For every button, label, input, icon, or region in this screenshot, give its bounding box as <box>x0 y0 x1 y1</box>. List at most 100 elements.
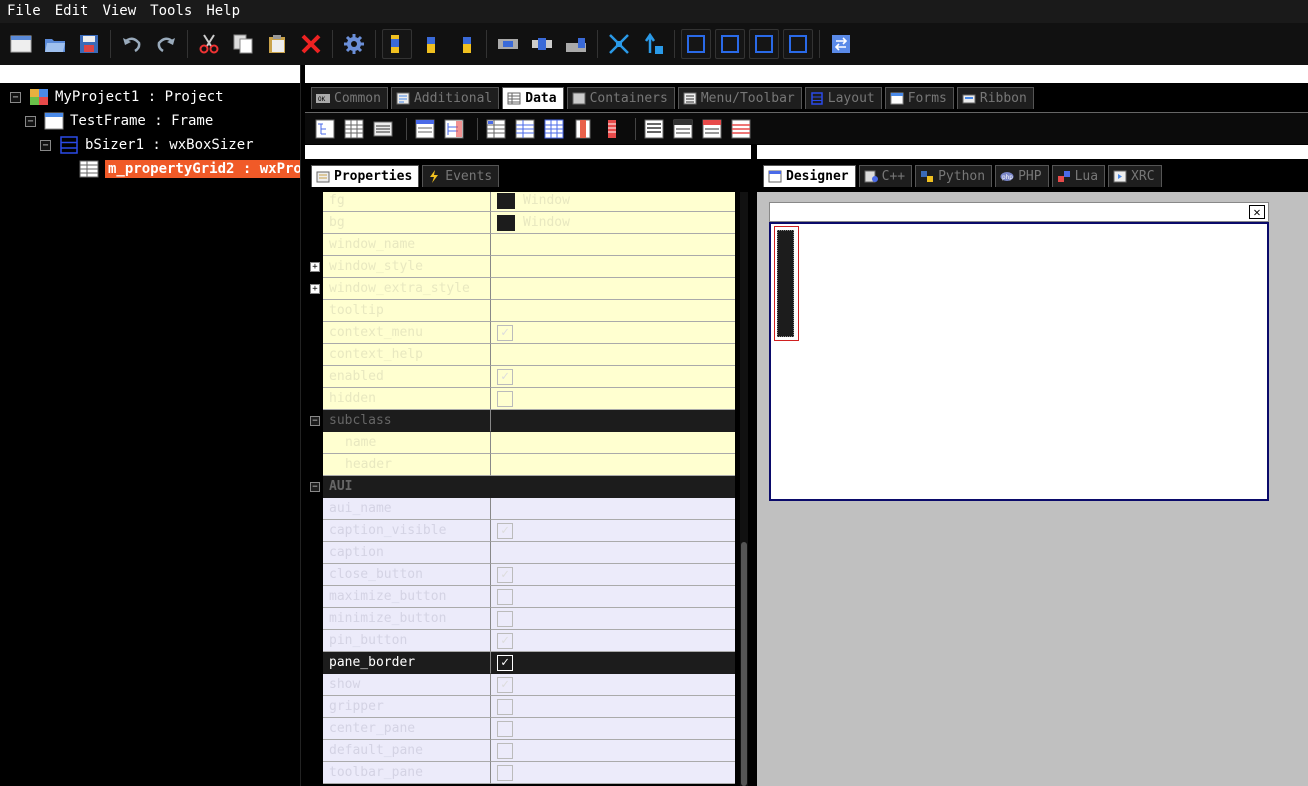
stretch-icon[interactable] <box>638 29 668 59</box>
property-value[interactable]: ✓ <box>491 564 735 586</box>
property-value[interactable] <box>491 432 735 454</box>
collapse-icon[interactable]: − <box>310 482 320 492</box>
property-row[interactable]: window_name <box>323 234 735 256</box>
tab-forms[interactable]: Forms <box>884 87 954 109</box>
property-value[interactable]: ✓ <box>491 322 735 344</box>
data-view-tree-ctrl-icon[interactable] <box>313 117 337 141</box>
border-top-icon[interactable] <box>749 29 779 59</box>
menu-help[interactable]: Help <box>199 0 247 23</box>
border-left-icon[interactable] <box>681 29 711 59</box>
list-red-header-icon[interactable] <box>700 117 724 141</box>
tab-lua[interactable]: Lua <box>1051 165 1106 187</box>
tab-common[interactable]: OK Common <box>311 87 388 109</box>
collapse-icon[interactable]: − <box>310 416 320 426</box>
data-view-ctrl-icon[interactable] <box>413 117 437 141</box>
property-row[interactable]: minimize_button <box>323 608 735 630</box>
selected-property-grid-widget[interactable] <box>774 226 799 341</box>
expand-icon[interactable]: + <box>310 262 320 272</box>
tab-ribbon[interactable]: Ribbon <box>956 87 1034 109</box>
property-checkbox[interactable] <box>497 588 513 605</box>
property-row[interactable]: maximize_button <box>323 586 735 608</box>
border-bottom-icon[interactable] <box>783 29 813 59</box>
tab-additional[interactable]: Additional <box>390 87 500 109</box>
tab-properties[interactable]: Properties <box>311 165 420 187</box>
property-row[interactable]: aui_name <box>323 498 735 520</box>
property-checkbox[interactable] <box>497 720 513 737</box>
property-row[interactable]: window_extra_style <box>323 278 735 300</box>
tab-cpp[interactable]: C++ <box>858 165 913 187</box>
property-row[interactable]: window_style <box>323 256 735 278</box>
grid-icon[interactable] <box>342 117 366 141</box>
delete-icon[interactable] <box>296 29 326 59</box>
tree-item-propertygrid[interactable]: m_propertyGrid2 : wxPrope <box>79 158 322 180</box>
property-row[interactable]: tooltip <box>323 300 735 322</box>
menu-edit[interactable]: Edit <box>48 0 96 23</box>
property-value[interactable] <box>491 586 735 608</box>
expand-icon[interactable]: + <box>310 284 320 294</box>
property-row[interactable]: caption_visible ✓ <box>323 520 735 542</box>
property-row[interactable]: header <box>323 454 735 476</box>
property-value[interactable] <box>491 410 735 432</box>
property-row[interactable]: context_help <box>323 344 735 366</box>
list-box-icon[interactable] <box>642 117 666 141</box>
align-middle-icon[interactable] <box>527 29 557 59</box>
property-value[interactable] <box>491 256 735 278</box>
property-value[interactable] <box>491 344 735 366</box>
property-grid-scroll-thumb[interactable] <box>741 542 747 786</box>
property-row[interactable]: name <box>323 432 735 454</box>
property-checkbox[interactable] <box>497 610 513 627</box>
new-icon[interactable] <box>6 29 36 59</box>
open-icon[interactable] <box>40 29 70 59</box>
designer-frame[interactable]: ✕ <box>769 202 1269 501</box>
property-row[interactable]: show ✓ <box>323 674 735 696</box>
property-row[interactable]: default_pane <box>323 740 735 762</box>
paste-icon[interactable] <box>262 29 292 59</box>
property-row[interactable]: fg Window <box>323 192 735 212</box>
property-row[interactable]: pane_border ✓ <box>323 652 735 674</box>
copy-icon[interactable] <box>228 29 258 59</box>
property-row[interactable]: close_button ✓ <box>323 564 735 586</box>
property-category[interactable]: AUI <box>323 476 735 498</box>
tab-xrc[interactable]: XRC <box>1108 165 1162 187</box>
tab-events[interactable]: Events <box>422 165 500 187</box>
tab-designer[interactable]: Designer <box>763 165 856 187</box>
menu-view[interactable]: View <box>95 0 143 23</box>
property-checkbox[interactable] <box>497 742 513 759</box>
align-right-icon[interactable] <box>450 29 480 59</box>
undo-icon[interactable] <box>117 29 147 59</box>
property-value[interactable] <box>491 740 735 762</box>
property-checkbox[interactable] <box>497 764 513 781</box>
close-icon[interactable]: ✕ <box>1249 205 1265 219</box>
align-bottom-icon[interactable] <box>561 29 591 59</box>
property-value[interactable]: Window <box>491 212 735 234</box>
list-header-icon[interactable] <box>671 117 695 141</box>
property-value[interactable] <box>491 300 735 322</box>
tree-list-ctrl-icon[interactable] <box>442 117 466 141</box>
frame-body[interactable] <box>769 222 1269 501</box>
list-red-stripe-icon[interactable] <box>729 117 753 141</box>
property-checkbox[interactable]: ✓ <box>497 368 513 385</box>
tab-containers[interactable]: Containers <box>566 87 675 109</box>
property-checkbox[interactable]: ✓ <box>497 632 513 649</box>
property-row[interactable]: context_menu ✓ <box>323 322 735 344</box>
property-row[interactable]: enabled ✓ <box>323 366 735 388</box>
property-value[interactable]: Window <box>491 192 735 212</box>
property-value[interactable]: ✓ <box>491 652 735 674</box>
grid-column-icon[interactable] <box>571 117 595 141</box>
tab-data[interactable]: Data <box>502 87 564 109</box>
property-value[interactable] <box>491 454 735 476</box>
settings-icon[interactable] <box>339 29 369 59</box>
border-right-icon[interactable] <box>715 29 745 59</box>
tree-collapse-icon[interactable]: − <box>40 139 51 151</box>
tab-php[interactable]: php PHP <box>995 165 1049 187</box>
property-row[interactable]: bg Window <box>323 212 735 234</box>
tree-item-project[interactable]: − MyProject1 : Project <box>10 86 224 108</box>
menu-tools[interactable]: Tools <box>143 0 199 23</box>
align-left-icon[interactable] <box>382 29 412 59</box>
property-grid-icon[interactable] <box>484 117 508 141</box>
property-value[interactable] <box>491 718 735 740</box>
property-value[interactable]: ✓ <box>491 520 735 542</box>
menu-file[interactable]: File <box>0 0 48 23</box>
tree-item-sizer[interactable]: − bSizer1 : wxBoxSizer <box>40 134 254 156</box>
property-value[interactable]: ✓ <box>491 630 735 652</box>
